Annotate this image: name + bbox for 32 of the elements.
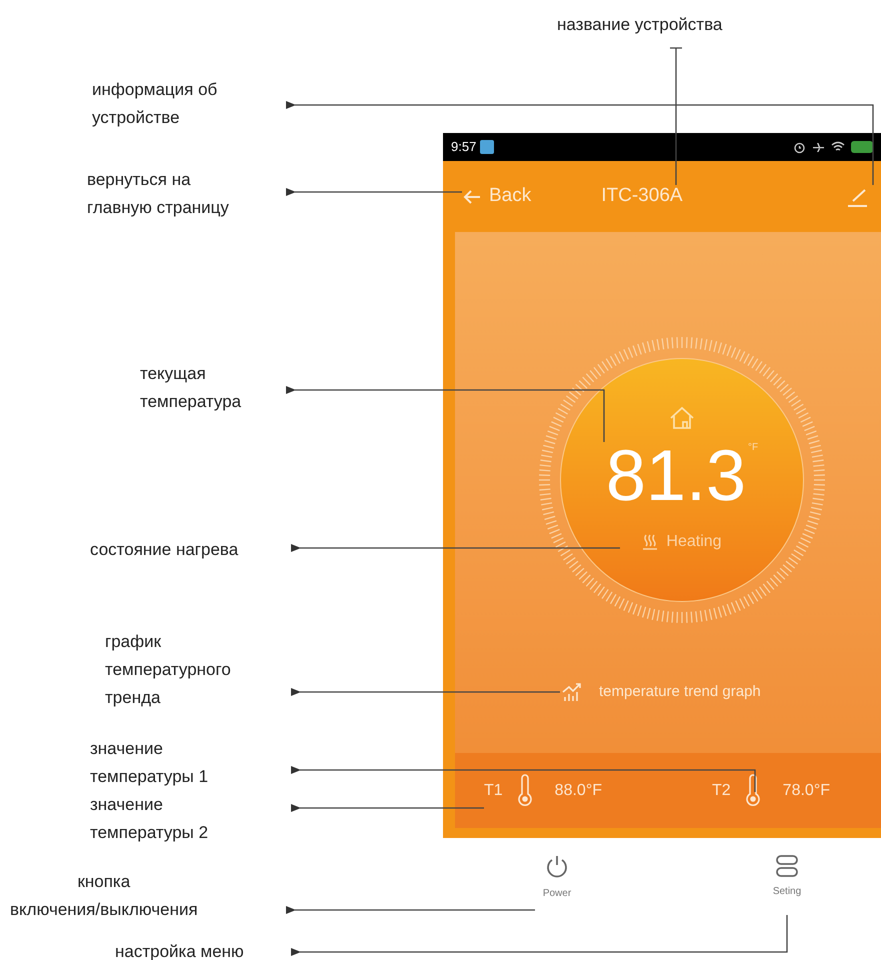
wifi-icon (831, 141, 845, 153)
app-icon (480, 140, 494, 154)
temperature-unit: °F (748, 441, 758, 455)
callout-label: информация об устройстве (92, 79, 218, 129)
back-arrow-icon (463, 188, 481, 204)
heat-waves-icon (642, 534, 658, 550)
callout-label: кнопка включения/выключения (10, 871, 198, 921)
airplane-icon (812, 140, 825, 154)
power-button[interactable]: Power (527, 854, 587, 901)
power-icon (544, 854, 570, 880)
heating-status: Heating (666, 532, 722, 552)
status-time: 9:57 (451, 138, 476, 156)
thermometer-icon (516, 774, 533, 808)
callout-label: график температурного тренда (105, 631, 231, 709)
callout-label: название устройства (557, 14, 722, 36)
sensor-label: T1 (484, 780, 503, 800)
callout-label: текущая температура (140, 363, 242, 413)
settings-icon (774, 854, 800, 878)
sensor-value: 78.0°F (782, 780, 830, 800)
callout-label: состояние нагрева (90, 539, 238, 561)
alarm-icon (793, 140, 806, 154)
home-icon (669, 406, 695, 430)
callout-label: значение температуры 2 (90, 794, 208, 844)
sensor-label: T2 (712, 780, 731, 800)
battery-icon (851, 141, 873, 153)
thermometer-icon (744, 774, 761, 808)
trend-chart-icon (561, 682, 583, 702)
device-title: ITC-306A (601, 184, 683, 208)
settings-button[interactable]: Seting (757, 854, 817, 901)
sensor-value: 88.0°F (554, 780, 602, 800)
callout-label: вернуться на главную страницу (87, 169, 229, 219)
current-temperature: 81.3 (606, 440, 746, 512)
